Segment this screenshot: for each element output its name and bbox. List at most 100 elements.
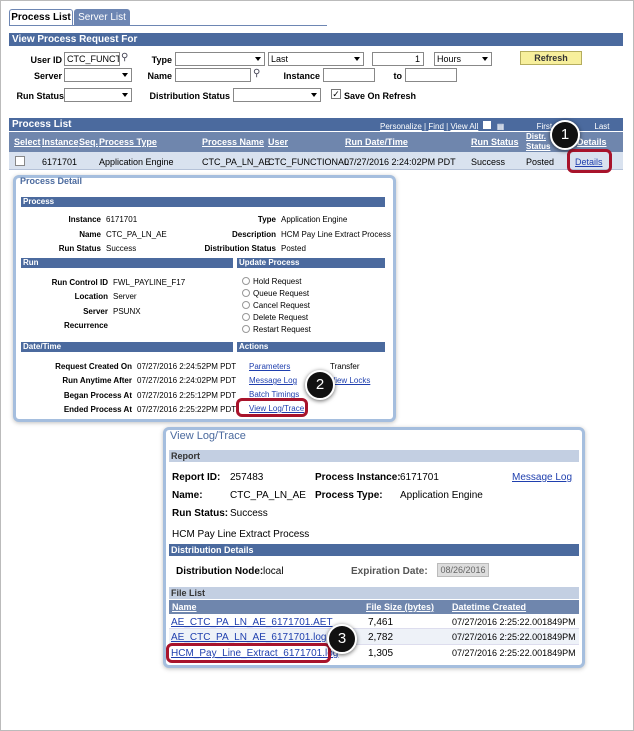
col-file-name[interactable]: Name (172, 601, 197, 614)
file-link-aet[interactable]: AE_CTC_PA_LN_AE_6171701.AET (171, 617, 333, 628)
radio-icon[interactable] (242, 313, 250, 321)
row-distr-status: Posted (526, 157, 555, 167)
unit-select[interactable]: Hours (434, 52, 492, 66)
save-on-refresh-checkbox[interactable]: ✓ (331, 89, 341, 99)
last-select[interactable]: Last (268, 52, 364, 66)
col-process-name[interactable]: Process Name (202, 136, 264, 149)
col-run-status[interactable]: Run Status (471, 136, 519, 149)
row-run-date: 07/27/2016 2:24:02PM PDT (344, 157, 456, 167)
cancel-request-option[interactable]: Cancel Request (242, 301, 310, 310)
name-search-icon[interactable]: ⚲ (253, 68, 260, 79)
instance-label: Instance (68, 215, 101, 224)
ended-label: Ended Process At (63, 405, 132, 414)
hold-request-label: Hold Request (253, 277, 302, 286)
name-input[interactable] (175, 68, 251, 82)
radio-icon[interactable] (242, 277, 250, 285)
user-id-input[interactable]: CTC_FUNCTIC (64, 52, 120, 66)
distribution-node-label: Distribution Node: (176, 566, 264, 577)
distribution-node-value: local (263, 566, 284, 577)
dist-status-select[interactable] (233, 88, 321, 102)
expiration-date-field: 08/26/2016 (437, 563, 489, 577)
log-type-value: Application Engine (400, 490, 483, 501)
col-instance[interactable]: Instance (42, 136, 79, 149)
personalize-link[interactable]: Personalize (380, 122, 422, 131)
log-message-log-link[interactable]: Message Log (512, 472, 572, 483)
delete-request-label: Delete Request (253, 313, 309, 322)
col-datetime-created[interactable]: Datetime Created (452, 601, 526, 614)
instance-value: 6171701 (106, 215, 138, 224)
process-instance-value: 6171701 (400, 472, 439, 483)
row-user: CTC_FUNCTIONAL (268, 157, 350, 167)
find-link[interactable]: Find (428, 122, 444, 131)
restart-request-option[interactable]: Restart Request (242, 325, 311, 334)
began-value: 07/27/2016 2:25:12PM PDT (137, 391, 237, 400)
radio-icon[interactable] (242, 289, 250, 297)
run-status-select[interactable] (64, 88, 132, 102)
queue-request-option[interactable]: Queue Request (242, 289, 309, 298)
created-value: 07/27/2016 2:24:52PM PDT (137, 362, 237, 371)
ended-value: 07/27/2016 2:25:22PM PDT (137, 405, 237, 414)
row-select-checkbox[interactable] (15, 156, 25, 166)
location-label: Location (74, 292, 108, 301)
cancel-request-label: Cancel Request (253, 301, 310, 310)
download-icon[interactable]: ▦ (497, 122, 505, 131)
file-datetime: 07/27/2016 2:25:22.001849PM (452, 632, 576, 642)
began-label: Began Process At (63, 391, 132, 400)
file-link-ae-log[interactable]: AE_CTC_PA_LN_AE_6171701.log (171, 632, 326, 643)
server-label: Server (33, 71, 62, 81)
view-locks-link[interactable]: View Locks (330, 376, 370, 385)
count-input[interactable]: 1 (372, 52, 424, 66)
zoom-icon[interactable] (482, 121, 491, 129)
file-list-header: File List (169, 587, 579, 599)
col-file-size[interactable]: File Size (bytes) (366, 601, 434, 614)
tab-server-list[interactable]: Server List (74, 9, 130, 25)
col-seq[interactable]: Seq. (79, 136, 98, 149)
distribution-status-label: Distribution Status (204, 244, 276, 253)
report-id-value: 257483 (230, 472, 264, 483)
hold-request-option[interactable]: Hold Request (242, 277, 301, 286)
to-label: to (393, 71, 403, 81)
server-label: Server (83, 307, 108, 316)
instance-from-input[interactable] (323, 68, 375, 82)
anytime-label: Run Anytime After (62, 376, 132, 385)
callout-1: 1 (550, 120, 580, 150)
filter-header: View Process Request For (9, 33, 623, 46)
refresh-button[interactable]: Refresh (520, 51, 582, 65)
radio-icon[interactable] (242, 325, 250, 333)
dist-status-label: Distribution Status (149, 91, 231, 101)
col-user[interactable]: User (268, 136, 288, 149)
tab-process-list[interactable]: Process List (9, 9, 73, 25)
server-select[interactable] (64, 68, 132, 82)
run-status-label: Run Status (16, 91, 64, 101)
file-size: 2,782 (368, 632, 394, 643)
user-search-icon[interactable]: ⚲ (121, 52, 128, 63)
update-process-header: Update Process (237, 258, 385, 268)
col-run-date[interactable]: Run Date/Time (345, 136, 408, 149)
message-log-link[interactable]: Message Log (249, 376, 297, 385)
distribution-details-header: Distribution Details (169, 544, 579, 556)
file-size: 7,461 (368, 617, 394, 628)
process-instance-label: Process Instance: (315, 472, 401, 483)
view-all-link[interactable]: View All (450, 122, 478, 131)
row-instance: 6171701 (42, 157, 78, 167)
row-process-name: CTC_PA_LN_AE (202, 157, 271, 167)
radio-icon[interactable] (242, 301, 250, 309)
col-details[interactable]: Details (577, 136, 607, 149)
process-section-header: Process (21, 197, 385, 207)
created-label: Request Created On (55, 362, 132, 371)
details-highlight (567, 149, 612, 173)
run-control-label: Run Control ID (51, 278, 108, 287)
save-on-refresh-label: Save On Refresh (344, 91, 417, 101)
run-section-header: Run (21, 258, 233, 268)
user-id-label: User ID (30, 55, 62, 65)
log-status-value: Success (230, 508, 268, 519)
view-log-title: View Log/Trace (170, 430, 246, 442)
col-select[interactable]: Select (14, 136, 41, 149)
instance-to-input[interactable] (405, 68, 457, 82)
type-select[interactable] (175, 52, 265, 66)
col-process-type[interactable]: Process Type (99, 136, 157, 149)
delete-request-option[interactable]: Delete Request (242, 313, 308, 322)
parameters-link[interactable]: Parameters (249, 362, 290, 371)
log-status-label: Run Status: (172, 508, 229, 519)
file-datetime: 07/27/2016 2:25:22.001849PM (452, 617, 576, 627)
